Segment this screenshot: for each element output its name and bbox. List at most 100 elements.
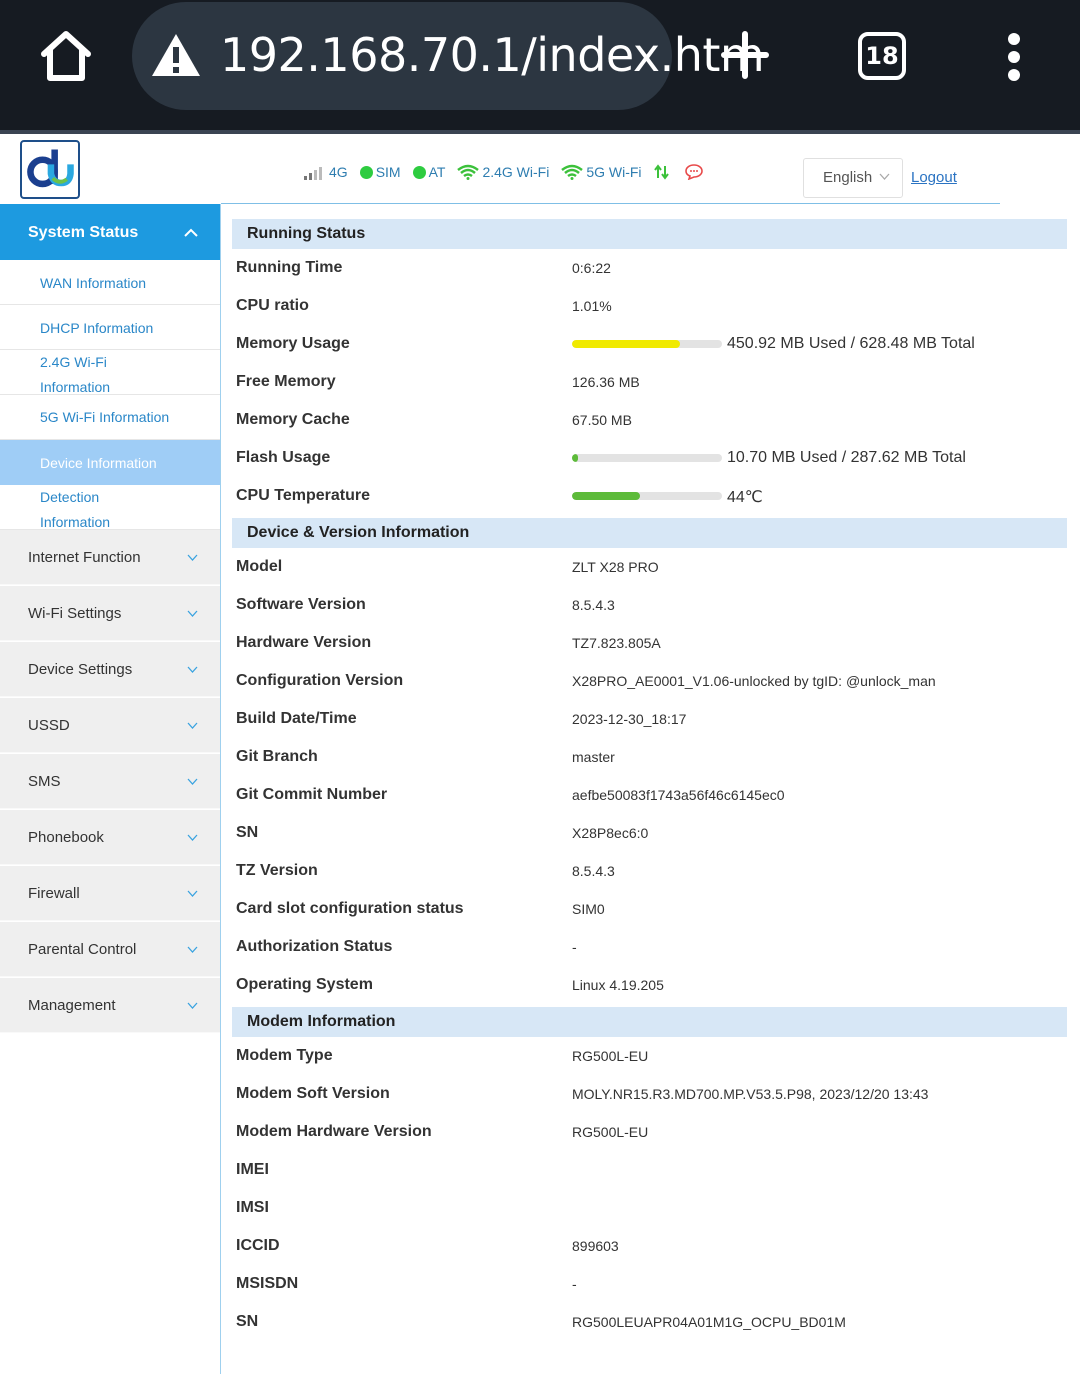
running-time-label: Running Time [236,259,343,276]
cpu-temperature-bar [572,492,722,500]
chevron-up-icon [184,228,198,237]
info-row-value: - [572,939,577,955]
sidebar-subitem-24g-wifi-information[interactable]: 2.4G Wi-Fi Information [0,350,220,395]
chevron-down-icon [187,946,198,953]
sidebar: System Status WAN Information DHCP Infor… [0,204,221,1374]
chevron-down-icon [187,666,198,673]
du-logo-mark [27,149,74,188]
free-memory-value: 126.36 MB [572,374,640,390]
more-vert-icon[interactable] [1000,32,1028,82]
info-row-label: Model [236,558,283,575]
sub-item-label: 5G Wi-Fi Information [40,409,170,425]
wifi-24-label: 2.4G Wi-Fi [482,164,550,180]
info-row-value: X28PRO_AE0001_V1.06-unlocked by tgID: @u… [572,673,936,689]
sub-item-label: 2.4G Wi-Fi Information [40,354,111,395]
memory-cache-label: Memory Cache [236,411,350,428]
data-transfer-icon [653,164,669,180]
sidebar-item-ussd[interactable]: USSD [0,698,220,753]
sidebar-item-internet-function[interactable]: Internet Function [0,530,220,585]
sidebar-item-firewall[interactable]: Firewall [0,866,220,921]
info-row-value: RG500L-EU [572,1048,649,1064]
cpu-temperature-bar-fill [572,492,640,500]
message-icon[interactable] [684,164,703,180]
device-version-header: Device & Version Information [232,518,1067,548]
sidebar-subitem-dhcp-information[interactable]: DHCP Information [0,305,220,350]
sidebar-subitem-device-information[interactable]: Device Information [0,440,220,485]
info-row-value: RG500L-EU [572,1124,649,1140]
chevron-down-icon [187,722,198,729]
cpu-temperature-value: 44℃ [727,489,763,506]
du-logo[interactable] [20,140,80,199]
flash-usage-bar [572,454,722,462]
info-row-label: SN [236,1313,259,1330]
menu-item-label: SMS [28,773,61,790]
running-status-header: Running Status [232,219,1067,249]
wifi-icon [457,164,480,180]
memory-usage-label: Memory Usage [236,335,350,352]
sidebar-item-management[interactable]: Management [0,978,220,1033]
menu-item-label: Management [28,997,116,1014]
wifi-5-status: 5G Wi-Fi [561,164,642,180]
info-row-label: Build Date/Time [236,710,357,727]
free-memory-label: Free Memory [236,373,336,390]
sidebar-item-wifi-settings[interactable]: Wi-Fi Settings [0,586,220,641]
info-row-value: RG500LEUAPR04A01M1G_OCPU_BD01M [572,1314,846,1330]
sidebar-subitem-detection-information[interactable]: Detection Information [0,485,220,530]
memory-usage-value: 450.92 MB Used / 628.48 MB Total [727,335,975,352]
sub-item-label: DHCP Information [40,320,154,336]
url-text[interactable]: 192.168.70.1/index.htm [220,28,765,82]
sidebar-item-sms[interactable]: SMS [0,754,220,809]
info-row-label: Configuration Version [236,672,404,689]
logout-link[interactable]: Logout [911,169,957,186]
info-row-value: 2023-12-30_18:17 [572,711,687,727]
language-select[interactable]: English [803,158,903,198]
info-row-value: - [572,1276,577,1292]
new-tab-icon[interactable] [720,30,770,80]
modem-info-header: Modem Information [232,1007,1067,1037]
sidebar-item-phonebook[interactable]: Phonebook [0,810,220,865]
chevron-down-icon [187,1002,198,1009]
sidebar-item-system-status[interactable]: System Status [0,204,220,260]
info-row-value: aefbe50083f1743a56f46c6145ec0 [572,787,785,803]
info-row-value: TZ7.823.805A [572,635,661,651]
info-row-label: TZ Version [236,862,318,879]
language-value: English [823,169,873,186]
at-status-dot-icon [412,165,426,179]
sim-label: SIM [375,164,401,180]
sub-item-label: WAN Information [40,275,147,291]
info-row-label: Software Version [236,596,366,613]
signal-bars-icon [304,167,322,180]
sub-item-label: Detection Information [40,489,111,530]
wifi-5g-icon [561,164,584,180]
info-row-label: Hardware Version [236,634,372,651]
memory-cache-value: 67.50 MB [572,412,632,428]
data-transfer-status [653,164,673,180]
sidebar-subitem-wan-information[interactable]: WAN Information [0,260,220,305]
home-icon[interactable] [36,28,96,84]
flash-usage-bar-fill [572,454,578,462]
address-bar[interactable]: 192.168.70.1/index.htm [132,2,765,110]
info-row-label: Git Commit Number [236,786,388,803]
info-row-value: ZLT X28 PRO [572,559,659,575]
sidebar-item-parental-control[interactable]: Parental Control [0,922,220,977]
menu-item-label: Phonebook [28,829,104,846]
toolbar-divider [0,130,1080,134]
chevron-down-icon [187,834,198,841]
sim-status: SIM [359,164,401,180]
sms-status[interactable] [684,164,706,180]
tab-switcher-button[interactable]: 18 [858,32,906,80]
menu-item-label: Device Settings [28,661,133,678]
sidebar-head-label: System Status [28,224,139,241]
cpu-ratio-value: 1.01% [572,298,612,314]
cpu-temperature-label: CPU Temperature [236,487,370,504]
info-row-label: SN [236,824,259,841]
sim-status-dot-icon [359,165,373,179]
wifi-5-label: 5G Wi-Fi [586,164,642,180]
info-row-label: Operating System [236,976,373,993]
sidebar-item-device-settings[interactable]: Device Settings [0,642,220,697]
wifi-24-status: 2.4G Wi-Fi [457,164,549,180]
sidebar-subitem-5g-wifi-information[interactable]: 5G Wi-Fi Information [0,395,220,440]
info-row-label: ICCID [236,1237,280,1254]
chevron-down-icon [187,890,198,897]
info-row-label: IMEI [236,1161,269,1178]
